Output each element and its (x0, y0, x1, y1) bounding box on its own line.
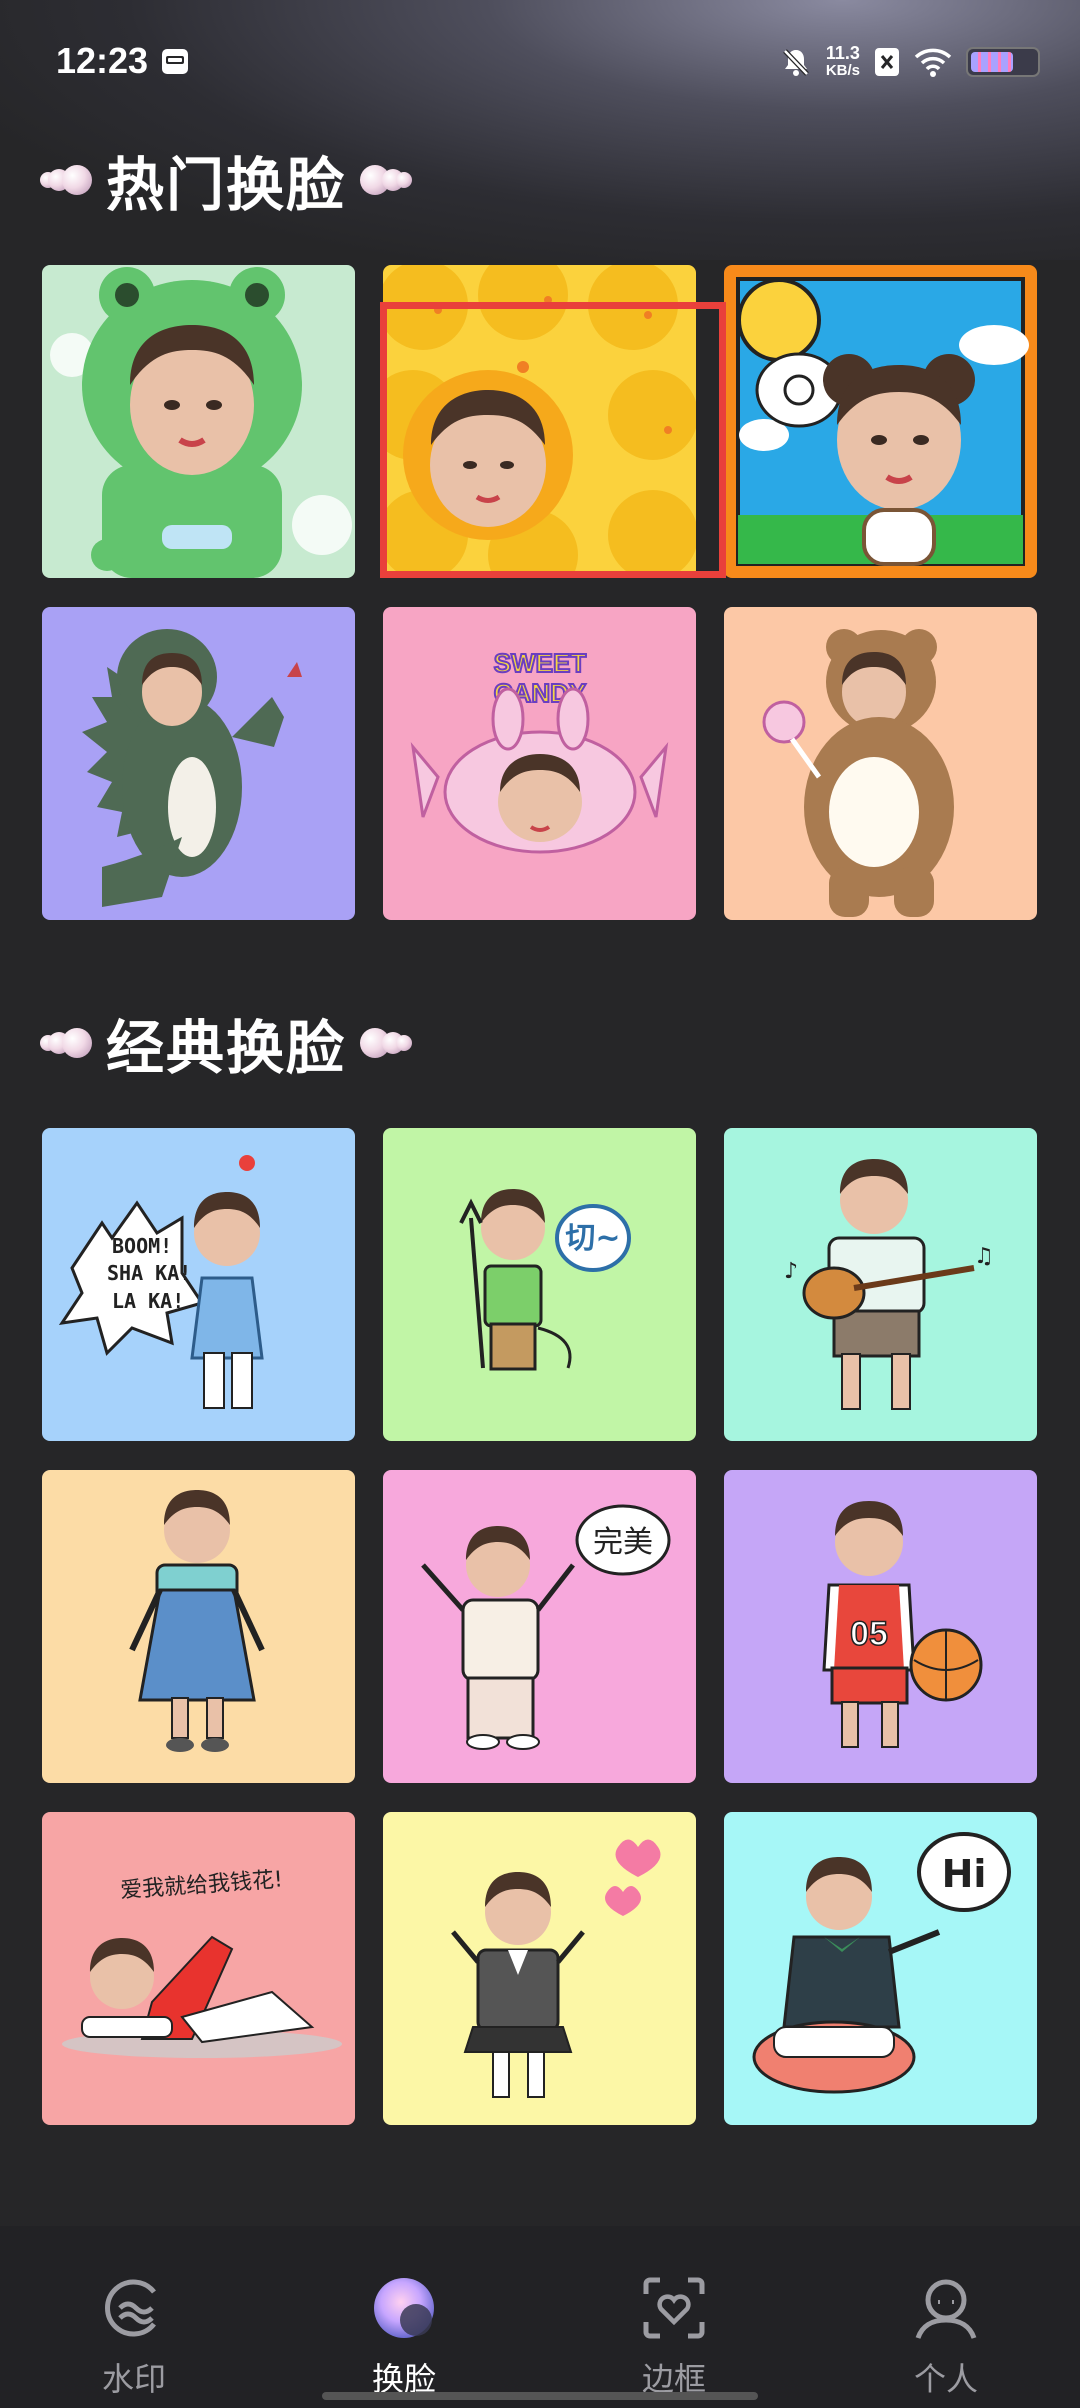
template-card-teddy-bear-costume[interactable] (724, 607, 1037, 920)
template-card-hi-sitting[interactable]: Hi (724, 1812, 1037, 2125)
network-speed-value: 11.3 (825, 43, 860, 63)
template-card-basketball[interactable]: 05 (724, 1470, 1037, 1783)
music-note-icon: ♫ (974, 1244, 994, 1269)
template-card-dinosaur-costume[interactable] (42, 607, 355, 920)
section-title-hot: 热门换脸 (106, 151, 347, 219)
bottom-navigation: 水印 换脸 边框 个人 (0, 2226, 1080, 2408)
shaka-text: SHA KA! (107, 1261, 191, 1285)
watermark-icon (105, 2279, 156, 2337)
nav-item-person[interactable]: 个人 (846, 2226, 1046, 2408)
home-indicator[interactable] (322, 2392, 758, 2400)
template-card-perfect[interactable]: 完美 (383, 1470, 696, 1783)
selection-highlight (380, 302, 726, 578)
template-card-guitar[interactable]: ♪ ♫ (724, 1128, 1037, 1441)
template-card-school-uniform[interactable] (383, 1812, 696, 2125)
person-icon (915, 2279, 977, 2339)
status-time: 12:23 (56, 40, 149, 81)
section-hot-title-bar: 热门换脸 (40, 140, 413, 220)
pearl-decoration-right (360, 1028, 413, 1058)
battery-icon (966, 47, 1040, 77)
frame-icon (643, 2277, 705, 2339)
nav-item-frame[interactable]: 边框 (574, 2226, 774, 2408)
laka-text: LA KA! (112, 1289, 184, 1313)
template-card-overalls-girl[interactable] (42, 1470, 355, 1783)
template-card-devil-qie[interactable]: 切~ (383, 1128, 696, 1441)
wifi-icon (914, 48, 952, 77)
section-classic-title-bar: 经典换脸 (40, 1003, 413, 1083)
section-title-classic: 经典换脸 (106, 1014, 347, 1082)
template-card-boom-shaka[interactable]: BOOM! SHA KA! LA KA! (42, 1128, 355, 1441)
hi-bubble-text: Hi (942, 1852, 987, 1896)
network-speed-unit: KB/s (825, 62, 860, 79)
nav-label-watermark: 水印 (101, 2360, 166, 2398)
calendar-icon (162, 49, 188, 74)
sweet-candy-text-1: SWEET (494, 648, 587, 678)
template-card-frog-hood[interactable] (42, 265, 355, 578)
pearl-decoration-left (40, 1028, 92, 1058)
template-card-sweet-candy[interactable]: SWEET CANDY (383, 607, 696, 920)
qie-bubble-text: 切~ (565, 1221, 620, 1256)
pearl-decoration-right (360, 165, 413, 195)
mute-bell-icon (783, 49, 809, 76)
pearl-decoration-left (40, 165, 92, 195)
nav-label-person: 个人 (913, 2360, 978, 2398)
nav-item-faceswap[interactable]: 换脸 (304, 2226, 504, 2408)
template-card-lying-love[interactable]: 爱我就给我钱花! (42, 1812, 355, 2125)
nav-item-watermark[interactable]: 水印 (34, 2226, 234, 2408)
network-speed: 11.3 KB/s (826, 44, 860, 80)
template-card-bear-ears-comic[interactable] (724, 265, 1037, 578)
status-bar: 12:23 11.3 KB/s (0, 0, 1080, 120)
sim-x-icon (875, 48, 899, 76)
perfect-bubble-text: 完美 (593, 1525, 653, 1560)
jersey-number: 05 (850, 1615, 888, 1653)
music-note-icon: ♪ (784, 1259, 798, 1284)
faceswap-icon (374, 2278, 434, 2338)
boom-text: BOOM! (112, 1234, 172, 1258)
